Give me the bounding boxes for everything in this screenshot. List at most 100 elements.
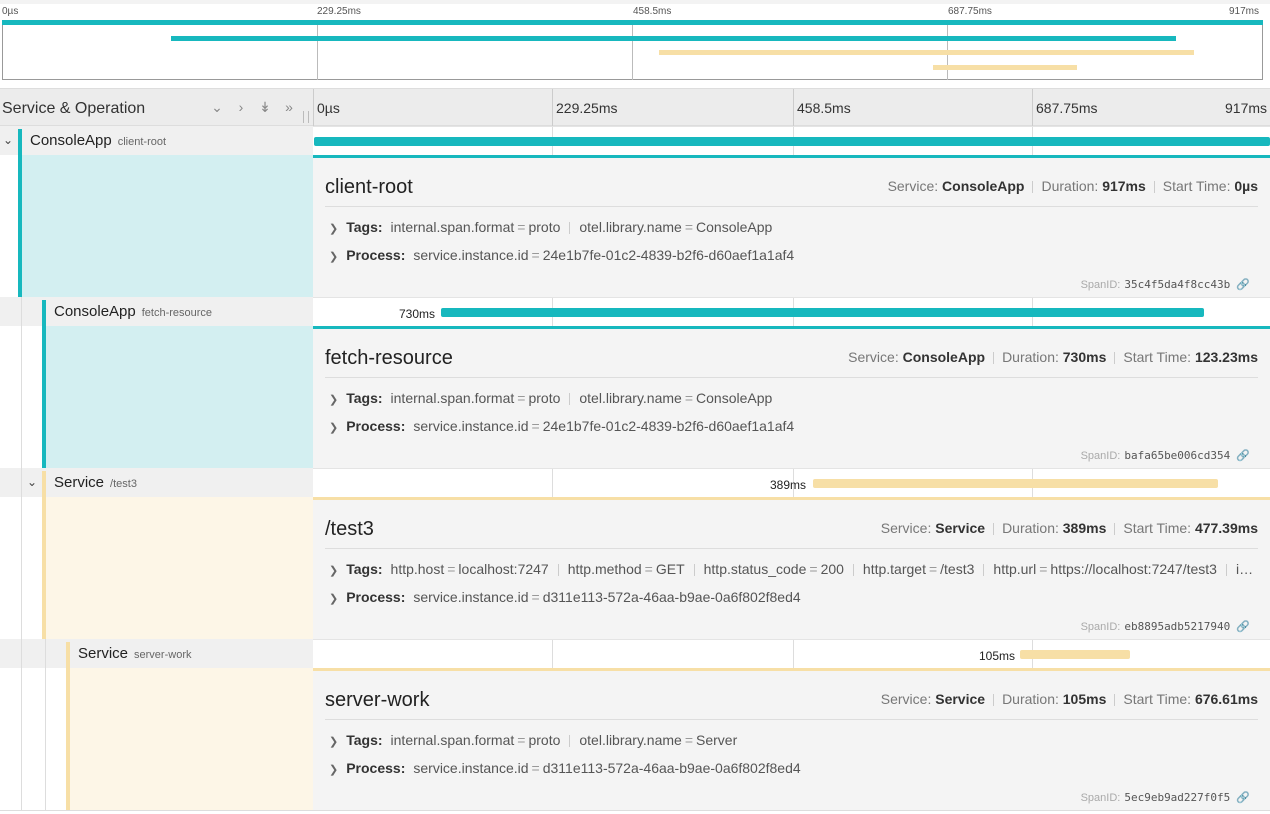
detail-indent-fill: [70, 668, 313, 810]
column-resize-handle[interactable]: [303, 111, 309, 123]
detail-indent-fill: [46, 497, 313, 639]
chevron-down-icon[interactable]: ⌄: [27, 475, 37, 489]
chevron-right-icon: ❯: [329, 593, 339, 605]
link-icon[interactable]: 🔗: [1236, 620, 1250, 633]
span-id: SpanID: 5ec9eb9ad227f0f5 🔗: [1080, 791, 1250, 804]
span-operation-name: client-root: [117, 136, 167, 148]
chevron-right-icon[interactable]: ›: [232, 99, 250, 116]
tags-section-toggle[interactable]: ❯ Tags: internal.span.format = proto otel.lib…: [329, 219, 1255, 235]
span-row[interactable]: ⌄ ConsoleApp client-root: [0, 126, 1270, 156]
span-bar-cell[interactable]: 105ms: [313, 639, 1270, 669]
chevron-right-icon: ❯: [329, 565, 339, 577]
chevron-right-icon: ❯: [329, 394, 339, 406]
double-chevron-right-icon[interactable]: »: [280, 99, 298, 116]
span-bar-cell[interactable]: 730ms: [313, 297, 1270, 327]
span-name-cell[interactable]: ConsoleApp fetch-resource: [0, 297, 313, 326]
minimap-tick-label: 0µs: [2, 6, 19, 17]
span-detail-title: /test3: [325, 518, 374, 540]
header-tick-label: 229.25ms: [556, 100, 618, 116]
span-id: SpanID: 35c4f5da4f8cc43b 🔗: [1080, 278, 1250, 291]
bottom-border: [0, 810, 1270, 811]
span-detail-meta: Service: ConsoleApp Duration: 917ms Start …: [887, 178, 1258, 194]
detail-indent-fill: [46, 326, 313, 468]
span-id: SpanID: eb8895adb5217940 🔗: [1080, 620, 1250, 633]
span-operation-name: /test3: [110, 478, 137, 490]
process-section-toggle[interactable]: ❯ Process: service.instance.id = 24e1b7fe-01…: [329, 418, 1255, 434]
span-detail: fetch-resource Service: ConsoleApp Durati…: [0, 326, 1270, 468]
span-bar[interactable]: [441, 308, 1204, 317]
tags-section-toggle[interactable]: ❯ Tags: internal.span.format = proto otel.lib…: [329, 390, 1255, 406]
span-bar[interactable]: [1020, 650, 1130, 659]
header-tick-label: 458.5ms: [797, 100, 851, 116]
span-row[interactable]: Service server-work 105ms: [0, 639, 1270, 669]
span-bar[interactable]: [813, 479, 1218, 488]
minimap-top-strip: [0, 0, 1270, 4]
service-color-stripe: [66, 642, 70, 668]
service-color-stripe: [42, 300, 46, 326]
double-chevron-down-icon[interactable]: ↡: [256, 99, 274, 116]
span-service-name[interactable]: ConsoleApp fetch-resource: [54, 303, 212, 320]
header-tick-label: 917ms: [1225, 100, 1268, 116]
chevron-right-icon: ❯: [329, 223, 339, 235]
span-detail: /test3 Service: Service Duration: 389ms St…: [0, 497, 1270, 639]
span-service-name[interactable]: ConsoleApp client-root: [30, 132, 166, 149]
span-row[interactable]: ConsoleApp fetch-resource 730ms: [0, 297, 1270, 327]
process-section-toggle[interactable]: ❯ Process: service.instance.id = d311e113-57…: [329, 589, 1255, 605]
span-detail-title: server-work: [325, 689, 430, 711]
chevron-right-icon: ❯: [329, 736, 339, 748]
timeline-header: Service & Operation ⌄ › ↡ » 0µs 229.25ms…: [0, 88, 1270, 127]
minimap-tick-label: 458.5ms: [633, 6, 672, 17]
process-section-toggle[interactable]: ❯ Process: service.instance.id = d311e113-57…: [329, 760, 1255, 776]
minimap-span-bar: [659, 50, 1194, 55]
process-section-toggle[interactable]: ❯ Process: service.instance.id = 24e1b7fe-01…: [329, 247, 1255, 263]
span-id: SpanID: bafa65be006cd354 🔗: [1080, 449, 1250, 462]
link-icon[interactable]: 🔗: [1236, 791, 1250, 804]
span-detail: client-root Service: ConsoleApp Duration:…: [0, 155, 1270, 297]
column-divider: [313, 89, 314, 127]
chevron-right-icon: ❯: [329, 251, 339, 263]
detail-indent-fill: [22, 155, 313, 297]
minimap-tick-label: 917ms: [1229, 6, 1260, 17]
minimap-span-bar: [2, 20, 1263, 25]
span-detail-title: client-root: [325, 176, 413, 198]
header-tick-label: 687.75ms: [1036, 100, 1098, 116]
span-duration-label: 105ms: [979, 649, 1016, 663]
minimap-gridline: [632, 20, 633, 80]
minimap-tick-label: 687.75ms: [948, 6, 992, 17]
service-color-stripe: [18, 129, 22, 155]
span-detail-title: fetch-resource: [325, 347, 453, 369]
span-detail-meta: Service: Service Duration: 105ms Start Tim…: [880, 691, 1258, 707]
link-icon[interactable]: 🔗: [1236, 449, 1250, 462]
minimap-span-bar: [171, 36, 1176, 41]
span-name-cell[interactable]: ⌄ Service/test3: [0, 468, 313, 497]
span-name-cell[interactable]: Service server-work: [0, 639, 313, 668]
span-service-name[interactable]: Service server-work: [78, 645, 191, 662]
minimap-span-bar: [933, 65, 1077, 70]
minimap-gridline: [317, 20, 318, 80]
span-bar-cell[interactable]: 389ms: [313, 468, 1270, 498]
span-duration-label: 389ms: [770, 478, 807, 492]
span-bar-cell[interactable]: [313, 126, 1270, 156]
span-operation-name: fetch-resource: [141, 307, 213, 319]
tags-section-toggle[interactable]: ❯ Tags: internal.span.format = proto otel.lib…: [329, 732, 1255, 748]
chevron-down-icon[interactable]: ⌄: [208, 99, 226, 116]
tags-section-toggle[interactable]: ❯ Tags: http.host = localhost:7247 http.metho…: [329, 561, 1255, 577]
trace-minimap[interactable]: 0µs 229.25ms 458.5ms 687.75ms 917ms: [0, 0, 1270, 88]
header-tick-line: [552, 89, 553, 127]
span-duration-label: 730ms: [399, 307, 436, 321]
span-row[interactable]: ⌄ Service/test3 389ms: [0, 468, 1270, 498]
minimap-tick-label: 229.25ms: [317, 6, 361, 17]
span-service-name[interactable]: Service/test3: [54, 474, 137, 491]
chevron-right-icon: ❯: [329, 764, 339, 776]
column-title: Service & Operation: [2, 100, 146, 117]
chevron-right-icon: ❯: [329, 422, 339, 434]
service-color-stripe: [42, 471, 46, 497]
span-bar[interactable]: [314, 137, 1270, 146]
header-tick-line: [1032, 89, 1033, 127]
chevron-down-icon[interactable]: ⌄: [3, 133, 13, 147]
link-icon[interactable]: 🔗: [1236, 278, 1250, 291]
span-detail: server-work Service: Service Duration: 10…: [0, 668, 1270, 810]
header-tick-label: 0µs: [317, 100, 340, 116]
span-name-cell[interactable]: ⌄ ConsoleApp client-root: [0, 126, 313, 155]
span-operation-name: server-work: [134, 649, 192, 661]
